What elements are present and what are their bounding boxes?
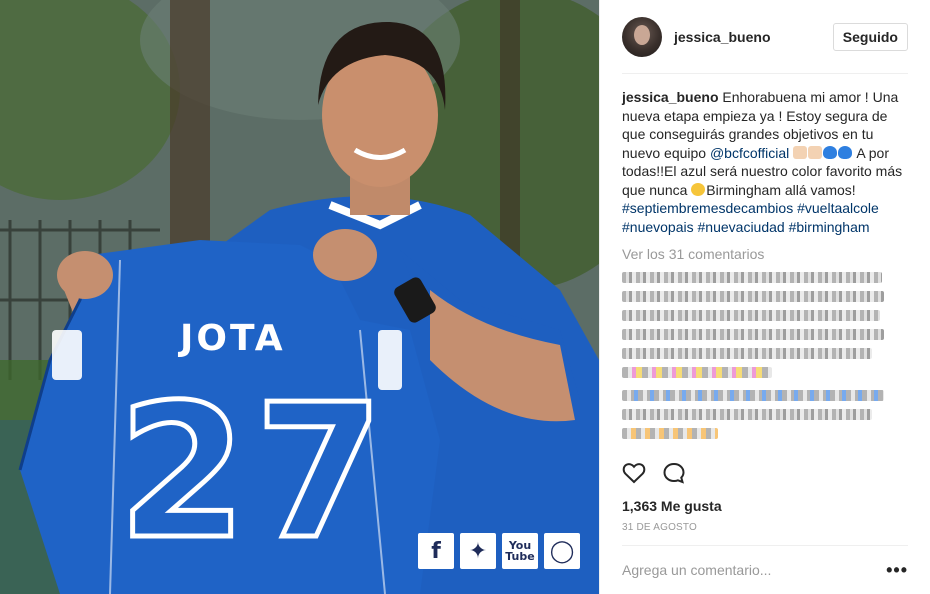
- blurred-comment-line: [622, 291, 884, 302]
- caption-text-3: Birmingham allá vamos!: [706, 181, 856, 198]
- social-icons-strip: f ✦ You Tube ◯: [418, 533, 580, 569]
- shirt-name: JOTA: [180, 318, 286, 359]
- blurred-comment-line: [622, 310, 880, 321]
- facebook-icon: f: [418, 533, 454, 569]
- blurred-comment-line: [622, 367, 772, 378]
- header-username[interactable]: jessica_bueno: [674, 29, 771, 45]
- mention-link[interactable]: @bcfcofficial: [710, 145, 789, 161]
- hashtag-link[interactable]: #septiembremesdecambios: [622, 200, 793, 216]
- blurred-comment-line: [622, 329, 884, 340]
- hashtag-link[interactable]: #birmingham: [789, 219, 870, 235]
- comments-section: jessica_bueno Enhorabuena mi amor ! Una …: [600, 74, 930, 450]
- comment-bubble-icon[interactable]: [662, 462, 686, 484]
- blue-heart-icon: [823, 145, 838, 159]
- blurred-comment-line: [622, 348, 872, 359]
- post-date: 31 DE AGOSTO: [622, 522, 698, 533]
- blurred-comment-line: [622, 272, 882, 283]
- blurred-comment-line: [622, 390, 884, 401]
- post-photo[interactable]: JOTA 27 f ✦ You Tube ◯: [0, 0, 599, 594]
- post-actions: [622, 462, 686, 484]
- following-button[interactable]: Seguido: [832, 22, 908, 51]
- add-comment-bar: •••: [622, 545, 908, 594]
- post-side-panel: jessica_bueno Seguido jessica_bueno Enho…: [599, 0, 930, 594]
- pixelated-comments: [622, 272, 908, 439]
- avatar[interactable]: [622, 16, 662, 57]
- flexed-arm-icon: [808, 145, 823, 159]
- hashtag-link[interactable]: #nuevopais: [622, 219, 694, 235]
- flexed-arm-icon: [793, 145, 808, 159]
- instagram-icon: ◯: [544, 533, 580, 569]
- shirt-number: 27: [115, 364, 392, 580]
- caption-author[interactable]: jessica_bueno: [622, 89, 719, 105]
- like-count[interactable]: 1,363 Me gusta: [622, 498, 722, 514]
- hashtag-link[interactable]: #nuevaciudad: [698, 219, 785, 235]
- youtube-icon: You Tube: [502, 533, 538, 569]
- youtube-icon-bottom: Tube: [505, 550, 535, 563]
- hashtag-link[interactable]: #vueltaalcole: [797, 200, 879, 216]
- view-all-comments-link[interactable]: Ver los 31 comentarios: [622, 246, 908, 262]
- winking-face-icon: [691, 182, 706, 196]
- blue-heart-icon: [838, 145, 853, 159]
- blurred-comment-line: [622, 409, 872, 420]
- post-header: jessica_bueno Seguido: [622, 0, 908, 74]
- comment-input[interactable]: [622, 562, 887, 578]
- twitter-icon: ✦: [460, 533, 496, 569]
- more-options-icon[interactable]: •••: [886, 560, 908, 581]
- blurred-comment-line: [622, 428, 718, 439]
- post-caption: jessica_bueno Enhorabuena mi amor ! Una …: [622, 88, 908, 236]
- like-heart-icon[interactable]: [622, 462, 646, 484]
